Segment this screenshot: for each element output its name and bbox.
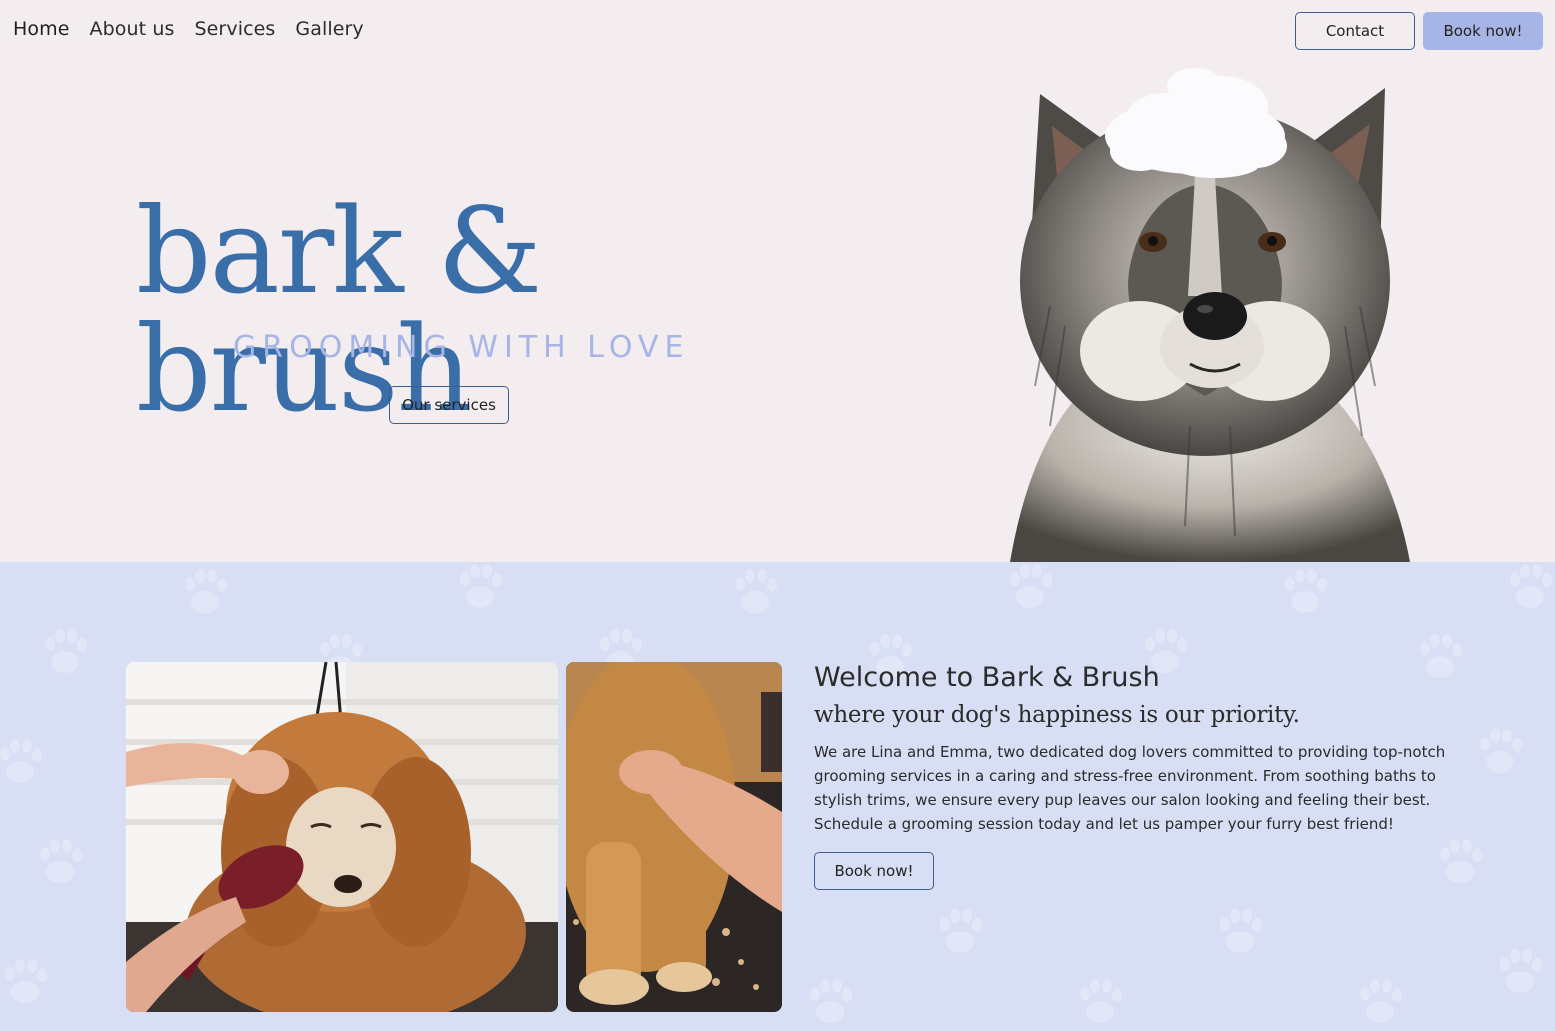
contact-button[interactable]: Contact bbox=[1295, 12, 1415, 50]
hero-dog-image bbox=[1010, 68, 1410, 562]
grooming-paw-photo bbox=[566, 662, 782, 1012]
hero-section: Home About us Services Gallery Contact B… bbox=[0, 0, 1555, 562]
nav-home[interactable]: Home bbox=[13, 18, 70, 40]
our-services-button[interactable]: Our services bbox=[389, 386, 509, 424]
header-book-now-button[interactable]: Book now! bbox=[1423, 12, 1543, 50]
nav-gallery[interactable]: Gallery bbox=[295, 18, 363, 40]
welcome-book-now-button[interactable]: Book now! bbox=[814, 852, 934, 890]
grooming-brush-photo bbox=[126, 662, 558, 1012]
brand-tagline: GROOMING WITH LOVE bbox=[233, 330, 690, 365]
welcome-body-text: We are Lina and Emma, two dedicated dog … bbox=[814, 743, 1446, 833]
welcome-section: Welcome to Bark & Brush where your dog's… bbox=[0, 562, 1555, 1031]
welcome-subtitle: where your dog's happiness is our priori… bbox=[814, 702, 1300, 728]
nav-about-us[interactable]: About us bbox=[90, 18, 175, 40]
welcome-title: Welcome to Bark & Brush bbox=[814, 662, 1160, 693]
main-nav: Home About us Services Gallery bbox=[13, 18, 364, 40]
nav-services[interactable]: Services bbox=[194, 18, 275, 40]
